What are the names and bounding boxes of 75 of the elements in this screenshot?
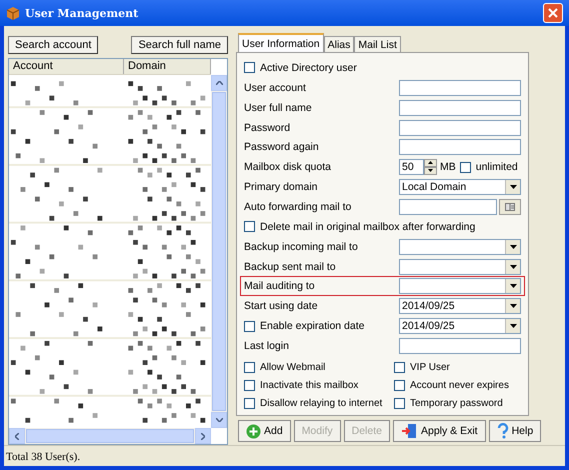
checkbox[interactable] xyxy=(394,398,405,409)
status-text: Total 38 User(s). xyxy=(4,445,565,466)
checkbox-label: VIP User xyxy=(410,362,450,373)
plus-icon xyxy=(246,424,261,438)
field-label: Last login xyxy=(244,340,290,352)
checkbox[interactable] xyxy=(394,362,405,373)
tab[interactable]: Alias xyxy=(324,36,354,52)
checkbox[interactable] xyxy=(460,162,471,173)
tab[interactable]: Mail List xyxy=(354,36,401,52)
dropdown[interactable] xyxy=(399,238,521,255)
checkbox-label: Delete mail in original mailbox after forwarding xyxy=(260,220,476,233)
checkbox[interactable] xyxy=(244,380,255,391)
search-button[interactable]: Search full name xyxy=(131,36,228,54)
field-label: Enable expiration date xyxy=(260,320,366,332)
search-button[interactable]: Search account xyxy=(8,36,98,54)
input-field[interactable] xyxy=(399,120,521,136)
checkbox-label: Temporary password xyxy=(410,398,503,409)
checkbox-label: Account never expires xyxy=(410,380,509,391)
toolbar-button[interactable]: Add xyxy=(238,420,291,442)
field-label: Mail auditing to xyxy=(244,280,316,292)
input-field[interactable] xyxy=(399,80,521,96)
checkbox-label: unlimited xyxy=(476,161,518,174)
number-field[interactable]: 50 xyxy=(399,159,424,176)
checkbox[interactable] xyxy=(244,362,255,373)
exit-door-icon xyxy=(400,423,418,439)
address-book-icon xyxy=(505,202,515,211)
field-label: User account xyxy=(244,82,307,94)
checkbox-label: Disallow relaying to internet xyxy=(260,398,382,409)
field-label: Password again xyxy=(244,141,320,154)
checkbox[interactable] xyxy=(244,62,255,74)
dropdown[interactable]: Local Domain xyxy=(399,179,521,196)
input-field[interactable] xyxy=(399,139,521,156)
input-field[interactable] xyxy=(399,100,521,116)
vertical-scrollbar[interactable] xyxy=(211,75,227,428)
dropdown[interactable] xyxy=(399,278,521,294)
close-button[interactable] xyxy=(543,3,563,23)
dropdown-arrow-icon xyxy=(510,284,516,288)
dropdown-arrow-icon xyxy=(510,185,516,190)
close-icon xyxy=(548,8,558,18)
unit-label: MB xyxy=(440,161,456,174)
dropdown-arrow-icon xyxy=(510,304,516,308)
dropdown[interactable]: 2014/09/25 xyxy=(399,318,521,334)
checkbox-label: Active Directory user xyxy=(260,62,357,74)
column-header[interactable]: Account xyxy=(9,59,124,74)
checkbox[interactable] xyxy=(244,320,255,332)
field-label: Backup sent mail to xyxy=(244,260,337,273)
checkbox[interactable] xyxy=(244,221,255,232)
field-label: Password xyxy=(244,122,292,134)
help-icon xyxy=(496,423,509,439)
field-label: Start using date xyxy=(244,300,319,312)
checkbox-label: Allow Webmail xyxy=(260,362,326,373)
horizontal-scrollbar[interactable] xyxy=(9,428,211,444)
checkbox-label: Inactivate this mailbox xyxy=(260,380,358,391)
field-label: Mailbox disk quota xyxy=(244,161,332,174)
field-label: User full name xyxy=(244,102,313,114)
tab[interactable]: User Information xyxy=(238,33,324,52)
address-book-button[interactable] xyxy=(499,198,521,215)
checkbox[interactable] xyxy=(244,398,255,409)
toolbar-button[interactable]: Apply & Exit xyxy=(392,420,486,442)
input-field[interactable] xyxy=(399,338,521,354)
dropdown-arrow-icon xyxy=(510,324,516,328)
field-label: Backup incoming mail to xyxy=(244,240,359,253)
box-icon xyxy=(6,6,20,20)
dropdown-arrow-icon xyxy=(510,264,516,269)
field-label: Primary domain xyxy=(244,181,319,194)
toolbar-button[interactable]: Help xyxy=(488,420,542,442)
input-field[interactable] xyxy=(399,198,497,215)
dropdown[interactable]: 2014/09/25 xyxy=(399,298,521,314)
checkbox[interactable] xyxy=(394,380,405,391)
dropdown[interactable] xyxy=(399,258,521,275)
spin-buttons[interactable] xyxy=(424,159,437,176)
field-label: Auto forwarding mail to xyxy=(244,200,352,213)
column-header[interactable]: Domain xyxy=(124,59,211,74)
window-title: User Management xyxy=(25,6,140,20)
dropdown-arrow-icon xyxy=(510,244,516,249)
